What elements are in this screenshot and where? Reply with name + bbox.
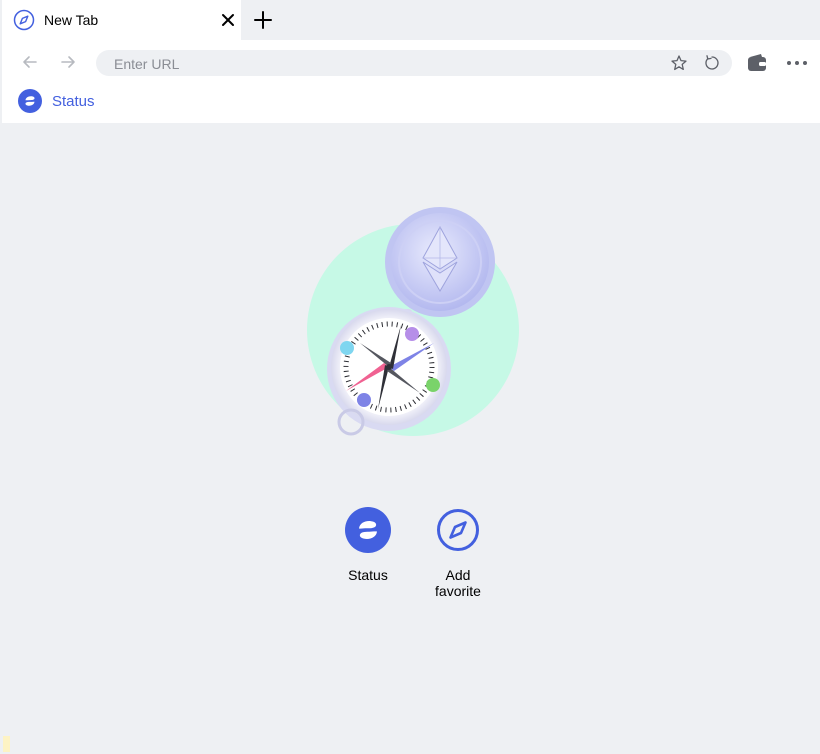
reload-icon[interactable]	[703, 54, 721, 72]
wallet-icon[interactable]	[746, 52, 768, 74]
favorite-label: Status	[348, 567, 388, 583]
compass-icon	[13, 9, 35, 31]
new-tab-page: Status Add favorite	[0, 123, 820, 754]
bookmark-label: Status	[52, 92, 95, 110]
compass-illustration	[307, 207, 519, 436]
favorite-label: Add favorite	[435, 567, 481, 599]
compass-icon	[437, 509, 479, 551]
favorite-status[interactable]: Status	[323, 507, 413, 583]
star-icon[interactable]	[670, 54, 688, 72]
status-logo-icon	[18, 89, 42, 113]
status-logo-icon	[345, 507, 391, 553]
add-favorite-button[interactable]: Add favorite	[413, 507, 503, 599]
corner-marker	[3, 736, 10, 752]
bookmarks-bar: Status	[2, 84, 820, 123]
toolbar	[2, 40, 820, 84]
tab-strip: New Tab	[0, 0, 820, 40]
forward-arrow-icon[interactable]	[58, 52, 78, 72]
more-options-icon[interactable]	[784, 52, 810, 74]
tab-new-tab[interactable]: New Tab	[2, 0, 241, 40]
bookmark-status[interactable]: Status	[18, 88, 95, 114]
close-tab-icon[interactable]	[218, 10, 238, 30]
tab-title: New Tab	[44, 12, 99, 28]
back-arrow-icon[interactable]	[20, 52, 40, 72]
address-bar[interactable]	[96, 50, 732, 76]
url-input[interactable]	[112, 54, 656, 74]
new-tab-button[interactable]	[252, 9, 274, 31]
